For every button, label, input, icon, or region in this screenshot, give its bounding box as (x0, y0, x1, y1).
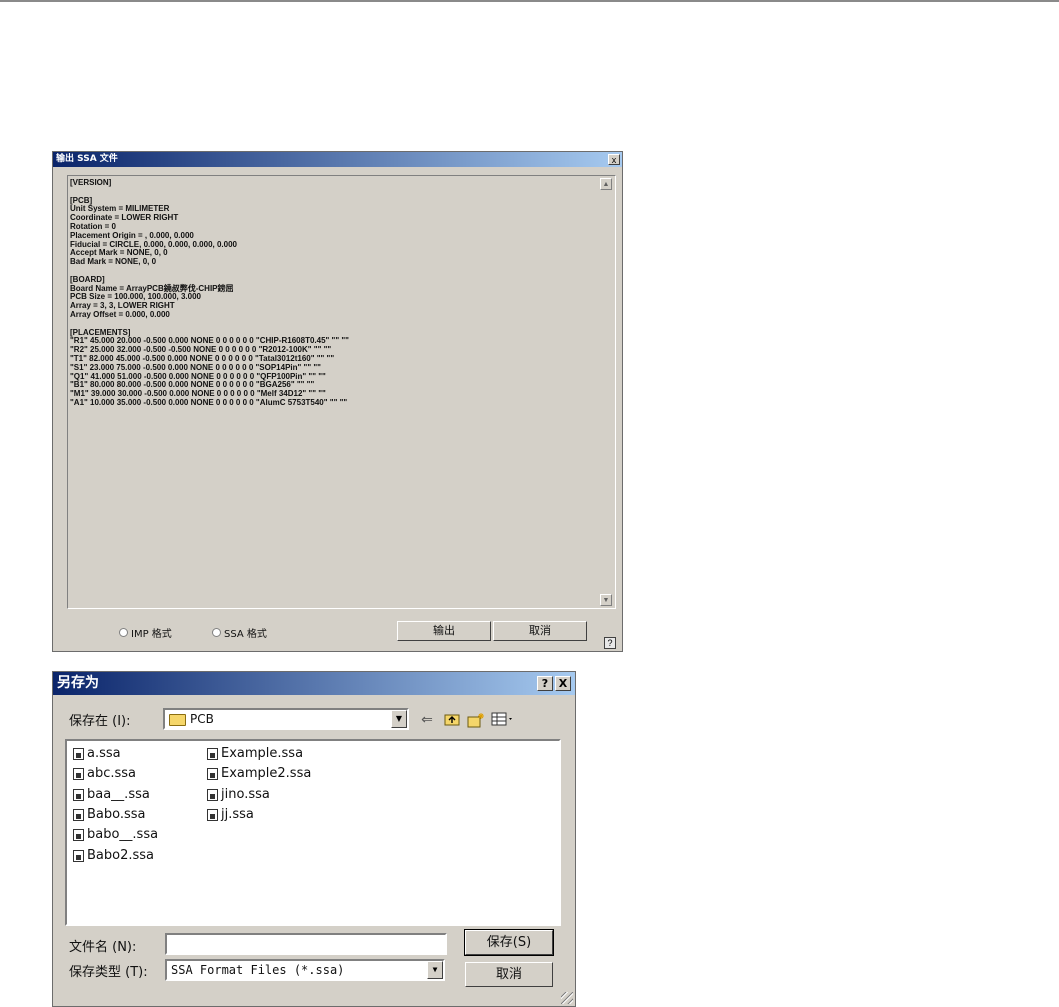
file-name: Example2.ssa (221, 766, 312, 782)
file-icon (207, 748, 218, 761)
chevron-down-icon[interactable]: ▼ (391, 710, 407, 728)
scroll-up-arrow-icon[interactable]: ▲ (600, 178, 612, 190)
save-as-dialog: 另存为 ? X 保存在 (I): PCB ▼ ⇐ a.ssa abc.ssa baa… (52, 671, 576, 1007)
file-item[interactable]: a.ssa (73, 744, 158, 764)
file-column-1: a.ssa abc.ssa baa__.ssa Babo.ssa babo__.ssa B… (73, 744, 158, 866)
file-name: Babo2.ssa (87, 847, 155, 863)
file-item[interactable]: jino.ssa (207, 785, 311, 805)
radio-ssa-label: SSA 格式 (224, 629, 267, 640)
help-icon[interactable]: ? (604, 637, 616, 649)
content-line: Array Offset = 0.000, 0.000 (70, 309, 170, 319)
radio-circle-icon[interactable] (212, 628, 221, 637)
file-item[interactable]: Babo2.ssa (73, 845, 158, 865)
filetype-label: 保存类型 (T): (69, 965, 148, 980)
close-button[interactable]: X (555, 676, 571, 691)
filetype-combobox[interactable]: SSA Format Files (*.ssa) ▼ (165, 959, 445, 981)
file-icon (73, 829, 84, 842)
save-in-value: PCB (190, 712, 214, 726)
file-item[interactable]: baa__.ssa (73, 785, 158, 805)
filetype-value: SSA Format Files (*.ssa) (171, 963, 345, 977)
file-name: abc.ssa (87, 766, 137, 782)
file-icon (73, 748, 84, 761)
file-item[interactable]: abc.ssa (73, 764, 158, 784)
file-icon (73, 849, 84, 862)
content-line (70, 267, 595, 276)
filename-label: 文件名 (N): (69, 940, 137, 955)
radio-circle-icon[interactable] (119, 628, 128, 637)
resize-grip-icon[interactable] (561, 992, 573, 1004)
file-item[interactable]: Example2.ssa (207, 764, 311, 784)
file-item[interactable]: Babo.ssa (73, 805, 158, 825)
content-line: "A1" 10.000 35.000 -0.500 0.000 NONE 0 0… (70, 397, 348, 407)
help-button[interactable]: ? (537, 676, 553, 691)
file-name: jino.ssa (221, 786, 270, 802)
content-line: Bad Mark = NONE, 0, 0 (70, 257, 157, 267)
scroll-down-arrow-icon[interactable]: ▼ (600, 594, 612, 606)
file-icon (207, 768, 218, 781)
file-column-2: Example.ssa Example2.ssa jino.ssa jj.ssa (207, 744, 311, 825)
folder-icon (169, 713, 186, 726)
file-name: Example.ssa (221, 746, 304, 762)
file-item[interactable]: babo__.ssa (73, 825, 158, 845)
dialog-title: 输出 SSA 文件 (53, 152, 622, 167)
content-line (70, 188, 595, 197)
file-icon (73, 768, 84, 781)
cancel-button[interactable]: 取消 (493, 621, 587, 641)
vertical-scrollbar[interactable]: ▲ ▼ (599, 177, 614, 607)
filename-input[interactable] (165, 933, 447, 955)
file-list[interactable]: a.ssa abc.ssa baa__.ssa Babo.ssa babo__.ssa B… (65, 739, 561, 926)
file-item[interactable]: Example.ssa (207, 744, 311, 764)
radio-imp-format[interactable]: IMP 格式 (119, 625, 172, 640)
save-in-combobox[interactable]: PCB ▼ (163, 708, 409, 730)
output-button[interactable]: 输出 (397, 621, 491, 641)
ssa-content-textarea[interactable]: [VERSION] [PCB] Unit System = MILIMETER Co… (67, 175, 616, 609)
file-item[interactable]: jj.ssa (207, 805, 311, 825)
ssa-content-text: [VERSION] [PCB] Unit System = MILIMETER Co… (70, 179, 595, 605)
save-button[interactable]: 保存(S) (464, 929, 554, 956)
file-name: babo__.ssa (87, 827, 159, 843)
radio-imp-label: IMP 格式 (131, 629, 172, 640)
cancel-button[interactable]: 取消 (465, 962, 553, 987)
radio-ssa-format[interactable]: SSA 格式 (212, 625, 267, 640)
chevron-down-icon[interactable]: ▼ (427, 961, 443, 979)
file-icon (73, 809, 84, 822)
dialog-title: 另存为 (53, 672, 575, 695)
file-icon (207, 788, 218, 801)
file-name: Babo.ssa (87, 807, 146, 823)
top-border-line (0, 0, 1059, 2)
file-icon (73, 788, 84, 801)
content-line: Coordinate = LOWER RIGHT (70, 213, 179, 223)
export-ssa-dialog: 输出 SSA 文件 x [VERSION] [PCB] Unit System =… (52, 151, 623, 652)
file-icon (207, 809, 218, 822)
file-name: jj.ssa (221, 807, 254, 823)
new-folder-icon[interactable] (467, 712, 485, 728)
view-menu-icon[interactable] (491, 712, 515, 728)
content-line (70, 320, 595, 329)
up-folder-icon[interactable] (443, 712, 461, 728)
back-arrow-icon[interactable]: ⇐ (418, 712, 436, 728)
file-name: baa__.ssa (87, 786, 150, 802)
file-name: a.ssa (87, 746, 121, 762)
content-line: [VERSION] (70, 179, 112, 187)
close-button[interactable]: x (608, 154, 620, 165)
save-in-label: 保存在 (I): (69, 714, 131, 729)
